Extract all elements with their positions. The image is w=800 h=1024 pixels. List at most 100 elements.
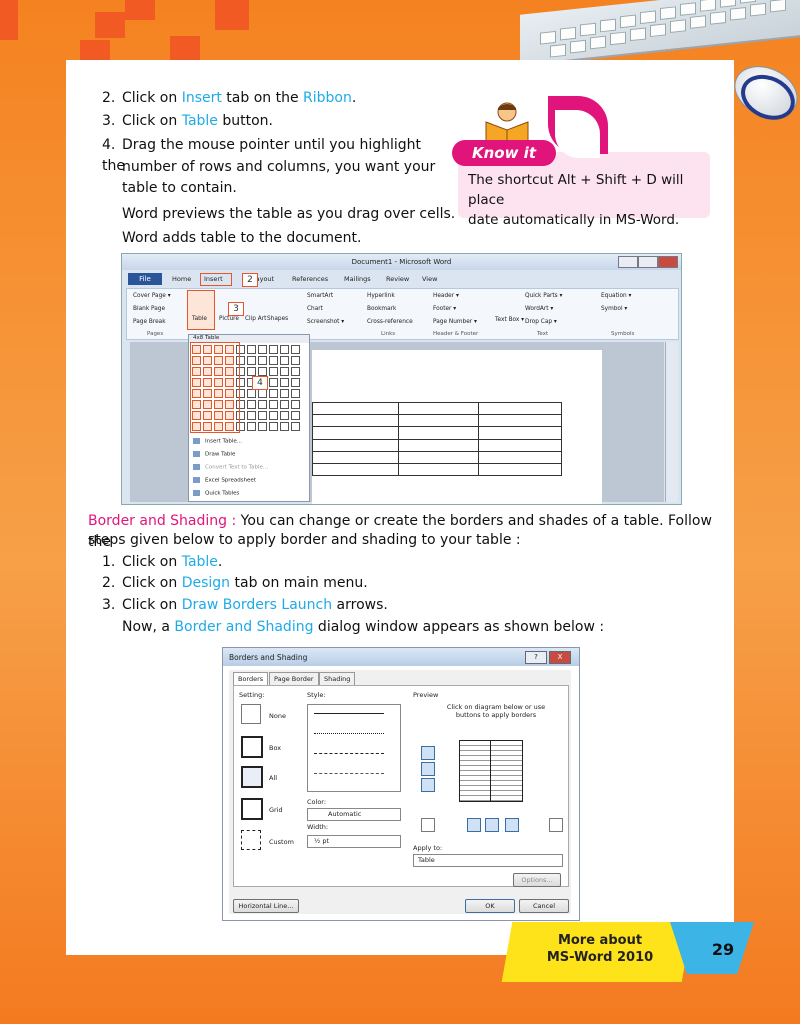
bottom-border-button[interactable] bbox=[421, 778, 435, 792]
help-icon[interactable]: ? bbox=[525, 651, 547, 664]
setting-all-icon[interactable] bbox=[241, 766, 263, 788]
menu-insert-table[interactable]: Insert Table... bbox=[193, 438, 242, 445]
tab-mailings[interactable]: Mailings bbox=[344, 275, 371, 283]
preview-diagram[interactable] bbox=[459, 740, 523, 802]
setting-none-icon[interactable] bbox=[241, 704, 261, 724]
ribbon-shapes[interactable]: Shapes bbox=[267, 316, 288, 322]
table-grid-cell[interactable] bbox=[269, 367, 278, 376]
ribbon-table-button[interactable]: Table bbox=[192, 316, 207, 322]
table-grid-cell[interactable] bbox=[280, 345, 289, 354]
maximize-icon[interactable] bbox=[638, 256, 658, 268]
ribbon-wordart[interactable]: WordArt ▾ bbox=[525, 306, 553, 312]
table-grid-cell[interactable] bbox=[269, 356, 278, 365]
table-grid-cell[interactable] bbox=[247, 356, 256, 365]
table-grid-cell[interactable] bbox=[280, 400, 289, 409]
ribbon-symbol[interactable]: Symbol ▾ bbox=[601, 306, 627, 312]
table-grid-cell[interactable] bbox=[258, 367, 267, 376]
table-grid-cell[interactable] bbox=[269, 378, 278, 387]
ribbon-chart[interactable]: Chart bbox=[307, 306, 323, 312]
ribbon-screenshot[interactable]: Screenshot ▾ bbox=[307, 319, 344, 325]
table-grid-cell[interactable] bbox=[269, 345, 278, 354]
ribbon-footer[interactable]: Footer ▾ bbox=[433, 306, 456, 312]
table-grid-cell[interactable] bbox=[258, 389, 267, 398]
ribbon-picture[interactable]: Picture bbox=[219, 316, 239, 322]
ribbon-blank-page[interactable]: Blank Page bbox=[133, 306, 165, 312]
tab-review[interactable]: Review bbox=[386, 275, 409, 283]
cancel-button[interactable]: Cancel bbox=[519, 899, 569, 913]
close-icon[interactable] bbox=[658, 256, 678, 268]
ribbon-page-break[interactable]: Page Break bbox=[133, 319, 166, 325]
inside-horizontal-button[interactable] bbox=[421, 762, 435, 776]
ribbon-hyperlink[interactable]: Hyperlink bbox=[367, 293, 395, 299]
ribbon-header[interactable]: Header ▾ bbox=[433, 293, 459, 299]
table-grid-cell[interactable] bbox=[280, 411, 289, 420]
table-grid-cell[interactable] bbox=[269, 389, 278, 398]
ribbon-cross-reference[interactable]: Cross-reference bbox=[367, 319, 413, 325]
table-grid-cell[interactable] bbox=[258, 356, 267, 365]
table-grid-cell[interactable] bbox=[258, 345, 267, 354]
left-border-button[interactable] bbox=[467, 818, 481, 832]
ribbon-page-number[interactable]: Page Number ▾ bbox=[433, 319, 477, 325]
table-grid-cell[interactable] bbox=[291, 367, 300, 376]
options-button[interactable]: Options... bbox=[513, 873, 561, 887]
vertical-scrollbar[interactable] bbox=[665, 342, 678, 502]
menu-excel-spreadsheet[interactable]: Excel Spreadsheet bbox=[193, 477, 256, 484]
menu-convert-text[interactable]: Convert Text to Table... bbox=[193, 464, 268, 471]
close-icon[interactable]: X bbox=[549, 651, 571, 664]
table-grid-cell[interactable] bbox=[280, 422, 289, 431]
table-grid-cell[interactable] bbox=[258, 422, 267, 431]
style-list[interactable] bbox=[307, 704, 401, 792]
tab-home[interactable]: Home bbox=[172, 275, 191, 283]
table-grid-cell[interactable] bbox=[280, 389, 289, 398]
table-grid-cell[interactable] bbox=[269, 422, 278, 431]
apply-to-select[interactable]: Table bbox=[413, 854, 563, 867]
table-grid-cell[interactable] bbox=[258, 400, 267, 409]
table-grid-cell[interactable] bbox=[258, 411, 267, 420]
ribbon-equation[interactable]: Equation ▾ bbox=[601, 293, 631, 299]
diagonal-down-button[interactable] bbox=[421, 818, 435, 832]
menu-draw-table[interactable]: Draw Table bbox=[193, 451, 235, 458]
table-grid-cell[interactable] bbox=[291, 400, 300, 409]
table-grid-cell[interactable] bbox=[291, 389, 300, 398]
tab-borders[interactable]: Borders bbox=[233, 672, 269, 685]
table-grid-cell[interactable] bbox=[291, 378, 300, 387]
ribbon-smartart[interactable]: SmartArt bbox=[307, 293, 333, 299]
diagonal-up-button[interactable] bbox=[549, 818, 563, 832]
ribbon-quick-parts[interactable]: Quick Parts ▾ bbox=[525, 293, 562, 299]
tab-page-border[interactable]: Page Border bbox=[269, 672, 319, 685]
tab-references[interactable]: References bbox=[292, 275, 328, 283]
table-grid-cell[interactable] bbox=[280, 367, 289, 376]
table-grid-cell[interactable] bbox=[247, 389, 256, 398]
table-grid-cell[interactable] bbox=[280, 378, 289, 387]
table-grid-cell[interactable] bbox=[269, 411, 278, 420]
table-grid-cell[interactable] bbox=[280, 356, 289, 365]
table-grid-cell[interactable] bbox=[291, 356, 300, 365]
ribbon-clip-art[interactable]: Clip Art bbox=[245, 316, 266, 322]
right-border-button[interactable] bbox=[505, 818, 519, 832]
ribbon-cover-page[interactable]: Cover Page ▾ bbox=[133, 293, 171, 299]
tab-shading[interactable]: Shading bbox=[319, 672, 356, 685]
setting-grid-icon[interactable] bbox=[241, 798, 263, 820]
table-grid-cell[interactable] bbox=[247, 422, 256, 431]
ok-button[interactable]: OK bbox=[465, 899, 515, 913]
setting-custom-icon[interactable] bbox=[241, 830, 261, 850]
horizontal-line-button[interactable]: Horizontal Line... bbox=[233, 899, 299, 913]
top-border-button[interactable] bbox=[421, 746, 435, 760]
ribbon-bookmark[interactable]: Bookmark bbox=[367, 306, 396, 312]
table-grid-cell[interactable] bbox=[269, 400, 278, 409]
ribbon-text-box[interactable]: Text Box ▾ bbox=[495, 317, 524, 323]
table-grid-cell[interactable] bbox=[247, 411, 256, 420]
inside-vertical-button[interactable] bbox=[485, 818, 499, 832]
table-grid-cell[interactable] bbox=[247, 345, 256, 354]
ribbon-drop-cap[interactable]: Drop Cap ▾ bbox=[525, 319, 557, 325]
setting-box-icon[interactable] bbox=[241, 736, 263, 758]
table-grid-cell[interactable] bbox=[291, 422, 300, 431]
table-grid-cell[interactable] bbox=[247, 400, 256, 409]
width-select[interactable]: ½ pt bbox=[307, 835, 401, 848]
tab-view[interactable]: View bbox=[422, 275, 437, 283]
menu-quick-tables[interactable]: Quick Tables bbox=[193, 490, 239, 497]
table-grid-cell[interactable] bbox=[247, 367, 256, 376]
minimize-icon[interactable] bbox=[618, 256, 638, 268]
color-select[interactable]: Automatic bbox=[307, 808, 401, 821]
table-grid-cell[interactable] bbox=[291, 411, 300, 420]
